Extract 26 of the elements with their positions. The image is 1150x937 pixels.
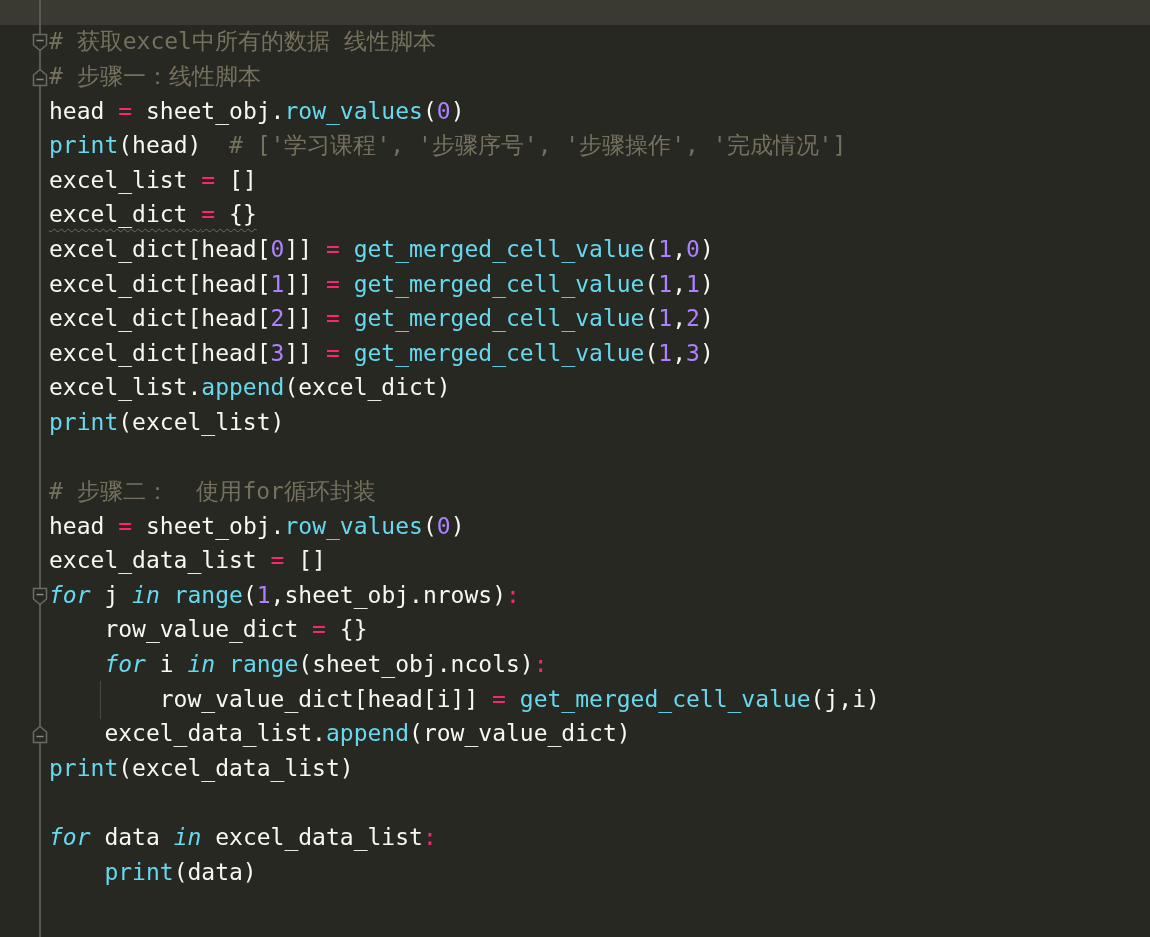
code-line: print(data)	[103, 857, 257, 887]
code-line: head = sheet_obj.row_values(0)	[49, 511, 465, 542]
code-line: print(head) # ['学习课程', '步骤序号', '步骤操作', '完成情况']	[49, 131, 847, 161]
code-line: excel_dict = {}	[49, 200, 257, 230]
code-comment: # 步骤一：线性脚本	[49, 61, 261, 91]
code-line: print(excel_list)	[49, 407, 285, 438]
fold-collapse-icon[interactable]	[32, 33, 48, 52]
code-line: for j in range(1,sheet_obj.nrows):	[49, 580, 520, 611]
code-line: excel_list.append(excel_dict)	[49, 373, 451, 403]
code-line: excel_dict[head[0]] = get_merged_cell_value(1,0)	[49, 234, 714, 265]
code-line: excel_data_list = []	[49, 546, 326, 576]
code-line: excel_data_list.append(row_value_dict)	[103, 719, 631, 749]
code-line: row_value_dict = {}	[103, 615, 368, 645]
code-line: head = sheet_obj.row_values(0)	[49, 96, 465, 127]
fold-end-icon[interactable]	[32, 724, 48, 744]
code-line: excel_list = []	[49, 165, 257, 196]
code-line: print(excel_data_list)	[49, 753, 354, 784]
code-line: for i in range(sheet_obj.ncols):	[103, 650, 548, 680]
code-line: excel_dict[head[1]] = get_merged_cell_value(1,1)	[49, 269, 714, 300]
code-comment: # 获取excel中所有的数据 线性脚本	[49, 27, 436, 57]
code-line: excel_dict[head[3]] = get_merged_cell_value(1,3)	[49, 338, 714, 369]
code-comment: # 步骤二： 使用for循环封装	[49, 477, 376, 507]
fold-end-icon[interactable]	[32, 67, 48, 87]
fold-collapse-icon[interactable]	[32, 586, 48, 606]
code-line: for data in excel_data_list:	[49, 823, 437, 853]
code-line: excel_dict[head[2]] = get_merged_cell_value(1,2)	[49, 304, 714, 334]
